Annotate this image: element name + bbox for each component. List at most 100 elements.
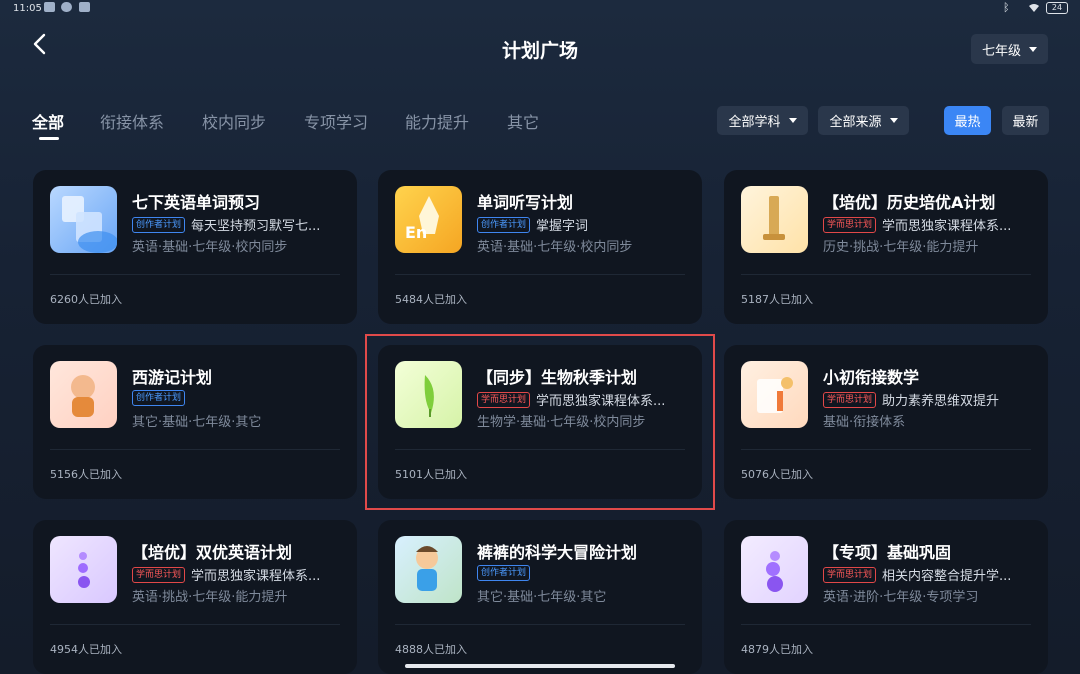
plan-tag-row: 创作者计划 掌握字词 xyxy=(477,215,588,234)
chevron-down-icon xyxy=(1029,46,1037,52)
plan-card[interactable]: 裤裤的科学大冒险计划 创作者计划 其它·基础·七年级·其它 4888人已加入 xyxy=(378,520,702,674)
plan-description: 每天坚持预习默写七... xyxy=(191,219,321,234)
card-divider xyxy=(50,449,340,450)
plan-joined-count: 5187人已加入 xyxy=(741,293,813,306)
plan-card[interactable]: 【专项】基础巩固 学而思计划 相关内容整合提升学... 英语·进阶·七年级·专项… xyxy=(724,520,1048,674)
plan-card[interactable]: 小初衔接数学 学而思计划 助力素养思维双提升 基础·衔接体系 5076人已加入 xyxy=(724,345,1048,499)
xueersi-plan-badge: 学而思计划 xyxy=(823,391,877,408)
card-divider xyxy=(50,624,340,625)
grade-label: 七年级 xyxy=(981,43,1021,59)
plan-thumbnail xyxy=(741,361,808,428)
svg-text:En: En xyxy=(405,223,427,242)
plan-joined-count: 4888人已加入 xyxy=(395,643,467,656)
plan-joined-count: 6260人已加入 xyxy=(50,293,122,306)
plan-meta: 其它·基础·七年级·其它 xyxy=(477,590,607,605)
home-indicator[interactable] xyxy=(405,664,675,668)
plan-thumbnail: En xyxy=(395,186,462,253)
page-title: 计划广场 xyxy=(501,40,578,62)
plan-card[interactable]: 七下英语单词预习 创作者计划 每天坚持预习默写七... 英语·基础·七年级·校内… xyxy=(33,170,357,324)
plan-meta: 英语·基础·七年级·校内同步 xyxy=(132,240,288,255)
plan-joined-count: 5076人已加入 xyxy=(741,468,813,481)
plan-title: 裤裤的科学大冒险计划 xyxy=(477,543,638,562)
subject-filter-label: 全部学科 xyxy=(728,115,781,130)
notification-icon xyxy=(44,2,55,12)
plan-meta: 英语·基础·七年级·校内同步 xyxy=(477,240,633,255)
plan-meta: 英语·进阶·七年级·专项学习 xyxy=(823,590,979,605)
plan-card[interactable]: 西游记计划 创作者计划 其它·基础·七年级·其它 5156人已加入 xyxy=(33,345,357,499)
grade-selector[interactable]: 七年级 xyxy=(971,34,1048,64)
plan-title: 西游记计划 xyxy=(132,368,213,387)
sort-newest-button[interactable]: 最新 xyxy=(1002,106,1049,135)
plan-meta: 其它·基础·七年级·其它 xyxy=(132,415,262,430)
chevron-down-icon xyxy=(889,118,898,123)
plan-thumbnail xyxy=(50,536,117,603)
plan-meta: 历史·挑战·七年级·能力提升 xyxy=(823,240,979,255)
creator-plan-badge: 创作者计划 xyxy=(132,216,186,233)
source-filter[interactable]: 全部来源 xyxy=(818,106,909,135)
plan-joined-count: 5156人已加入 xyxy=(50,468,122,481)
plan-title: 【培优】双优英语计划 xyxy=(132,543,293,562)
plan-joined-count: 5484人已加入 xyxy=(395,293,467,306)
xueersi-plan-badge: 学而思计划 xyxy=(823,566,877,583)
plan-meta: 基础·衔接体系 xyxy=(823,415,906,430)
card-divider xyxy=(741,449,1031,450)
plan-title: 七下英语单词预习 xyxy=(132,193,261,212)
tab-ability[interactable]: 能力提升 xyxy=(405,109,469,133)
plan-card[interactable]: 【培优】历史培优A计划 学而思计划 学而思独家课程体系... 历史·挑战·七年级… xyxy=(724,170,1048,324)
bluetooth-icon: ᛒ xyxy=(1003,1,1010,14)
plan-tag-row: 学而思计划 学而思独家课程体系... xyxy=(132,565,320,584)
plan-description: 相关内容整合提升学... xyxy=(882,569,1012,584)
tab-school-sync[interactable]: 校内同步 xyxy=(202,109,266,133)
plan-thumbnail xyxy=(741,186,808,253)
plan-card[interactable]: En 单词听写计划 创作者计划 掌握字词 英语·基础·七年级·校内同步 5484… xyxy=(378,170,702,324)
plan-description: 掌握字词 xyxy=(536,219,589,234)
plan-thumbnail xyxy=(50,361,117,428)
status-bar: 11:05 ᛒ 24 xyxy=(0,0,1080,16)
card-divider xyxy=(395,274,685,275)
subject-filter[interactable]: 全部学科 xyxy=(717,106,808,135)
tab-active-indicator xyxy=(39,137,59,140)
tab-bridging[interactable]: 衔接体系 xyxy=(100,109,164,133)
status-time: 11:05 xyxy=(13,3,42,14)
plan-description: 学而思独家课程体系... xyxy=(882,219,1012,234)
plan-tag-row: 学而思计划 相关内容整合提升学... xyxy=(823,565,1011,584)
chevron-down-icon xyxy=(788,118,797,123)
plan-title: 小初衔接数学 xyxy=(823,368,920,387)
plan-title: 【培优】历史培优A计划 xyxy=(823,193,996,212)
creator-plan-badge: 创作者计划 xyxy=(132,390,186,406)
plan-thumbnail xyxy=(741,536,808,603)
chat-icon xyxy=(61,2,72,12)
creator-plan-badge: 创作者计划 xyxy=(477,216,531,233)
card-divider xyxy=(741,274,1031,275)
source-filter-label: 全部来源 xyxy=(829,115,882,130)
plan-title: 单词听写计划 xyxy=(477,193,574,212)
plan-thumbnail xyxy=(50,186,117,253)
tab-special[interactable]: 专项学习 xyxy=(304,109,368,133)
wifi-icon xyxy=(1029,4,1039,12)
plan-meta: 英语·挑战·七年级·能力提升 xyxy=(132,590,288,605)
plan-description: 助力素养思维双提升 xyxy=(882,394,1000,409)
plan-tag-row: 创作者计划 xyxy=(132,390,191,406)
plan-tag-row: 学而思计划 学而思独家课程体系... xyxy=(823,215,1011,234)
xueersi-plan-badge: 学而思计划 xyxy=(823,216,877,233)
tab-all[interactable]: 全部 xyxy=(32,109,64,133)
creator-plan-badge: 创作者计划 xyxy=(477,565,531,581)
sort-hot-button[interactable]: 最热 xyxy=(944,106,991,135)
plan-joined-count: 4879人已加入 xyxy=(741,643,813,656)
xueersi-plan-badge: 学而思计划 xyxy=(132,566,186,583)
plan-tag-row: 学而思计划 助力素养思维双提升 xyxy=(823,390,999,409)
card-divider xyxy=(50,274,340,275)
plan-card[interactable]: 【培优】双优英语计划 学而思计划 学而思独家课程体系... 英语·挑战·七年级·… xyxy=(33,520,357,674)
battery-indicator: 24 xyxy=(1046,2,1068,14)
selection-highlight xyxy=(365,334,715,510)
plan-tag-row: 创作者计划 xyxy=(477,565,536,581)
tab-other[interactable]: 其它 xyxy=(507,109,539,133)
plan-tag-row: 创作者计划 每天坚持预习默写七... xyxy=(132,215,320,234)
plan-joined-count: 4954人已加入 xyxy=(50,643,122,656)
plan-description: 学而思独家课程体系... xyxy=(191,569,321,584)
card-divider xyxy=(395,624,685,625)
plan-thumbnail xyxy=(395,536,462,603)
plan-title: 【专项】基础巩固 xyxy=(823,543,952,562)
card-divider xyxy=(741,624,1031,625)
app-icon xyxy=(79,2,90,12)
